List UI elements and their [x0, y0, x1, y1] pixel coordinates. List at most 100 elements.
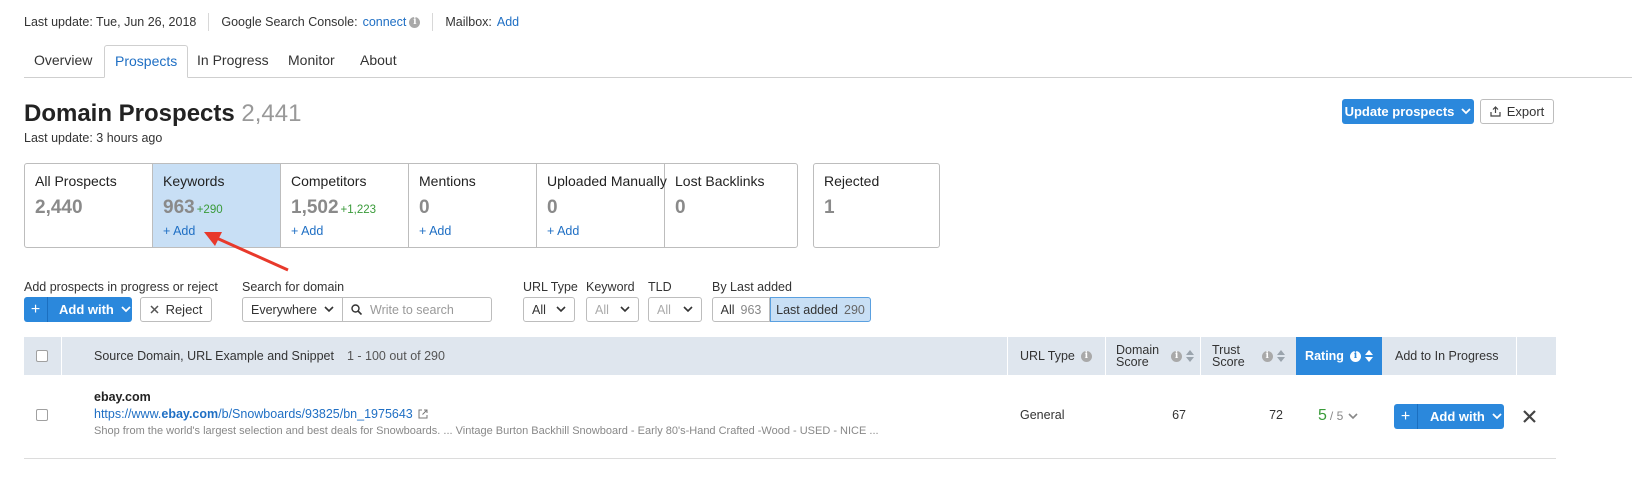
row-checkbox[interactable]: [36, 409, 48, 421]
gsc-connect-link[interactable]: connect: [363, 15, 407, 29]
tab-prospects[interactable]: Prospects: [104, 45, 189, 78]
add-prospects-label: Add prospects in progress or reject: [24, 280, 218, 294]
toggle-all-button[interactable]: All 963: [712, 297, 770, 322]
card-delta: +290: [196, 204, 223, 216]
tab-about[interactable]: About: [350, 45, 407, 78]
search-for-domain-label: Search for domain: [242, 280, 345, 294]
last-update-text: Last update: Tue, Jun 26, 2018: [24, 15, 197, 29]
column-add-label: Add to In Progress: [1395, 349, 1499, 363]
export-button[interactable]: Export: [1480, 99, 1554, 124]
export-icon: [1490, 106, 1501, 117]
card-mentions[interactable]: Mentions 0 + Add: [409, 164, 537, 247]
results-range: 1 - 100 out of 290: [346, 349, 445, 363]
card-title: Rejected: [824, 173, 880, 189]
reject-label: Reject: [165, 302, 203, 317]
card-competitors[interactable]: Competitors 1,502 +1,223 + Add: [281, 164, 409, 247]
card-value: 0: [675, 197, 686, 218]
top-info-bar: Last update: Tue, Jun 26, 2018 Google Se…: [24, 13, 519, 31]
rating-value: 5: [1318, 407, 1327, 424]
source-domain: ebay.com: [94, 390, 151, 404]
info-icon[interactable]: i: [1261, 350, 1273, 362]
last-added-toggle: All 963 Last added 290: [712, 297, 871, 322]
card-add-link[interactable]: + Add: [163, 224, 195, 238]
divider: [432, 13, 434, 31]
card-all-prospects[interactable]: All Prospects 2,440: [25, 164, 153, 247]
last-update-subtitle: Last update: 3 hours ago: [24, 131, 163, 145]
card-title: Mentions: [419, 173, 476, 189]
column-domain-score-label-2: Score: [1116, 355, 1149, 369]
rating-max: / 5: [1329, 409, 1344, 423]
tab-monitor[interactable]: Monitor: [278, 45, 345, 78]
column-add-in-progress: Add to In Progress: [1395, 337, 1499, 375]
card-add-link[interactable]: + Add: [419, 224, 451, 238]
row-add-with-label: Add with: [1430, 409, 1485, 424]
example-url-link[interactable]: https://www. ebay.com/b/Snowboards/93825/…: [94, 407, 994, 421]
plus-icon: +: [1394, 404, 1418, 429]
chevron-down-icon: [620, 306, 630, 313]
chevron-down-icon: [1461, 108, 1472, 115]
annotation-arrow-icon: [204, 232, 289, 272]
column-source-label: Source Domain, URL Example and Snippet: [94, 349, 334, 363]
card-add-link[interactable]: + Add: [291, 224, 323, 238]
card-add-link[interactable]: + Add: [547, 224, 579, 238]
select-all-checkbox[interactable]: [36, 350, 48, 362]
reject-row-close-icon[interactable]: [1523, 410, 1536, 423]
plus-icon: +: [24, 297, 48, 322]
update-prospects-label: Update prospects: [1344, 104, 1455, 119]
column-url-type: URL Type i: [1020, 337, 1092, 375]
page-title: Domain Prospects 2,441: [24, 100, 301, 128]
rating-select[interactable]: 5 / 5: [1318, 407, 1358, 425]
info-icon[interactable]: i: [409, 16, 421, 28]
keyword-select[interactable]: All: [586, 297, 639, 322]
info-icon[interactable]: i: [1080, 350, 1092, 362]
close-icon: [150, 305, 159, 314]
tld-value: All: [657, 302, 671, 317]
sort-icon[interactable]: [1276, 350, 1285, 362]
tab-in-progress[interactable]: In Progress: [187, 45, 279, 78]
row-add-with-dropdown[interactable]: + Add with: [1394, 404, 1504, 429]
card-value: 2,440: [35, 197, 83, 218]
prospect-category-cards: All Prospects 2,440 Keywords 963 +290 + A…: [24, 163, 798, 248]
info-icon[interactable]: i: [1171, 350, 1183, 362]
snippet-text: Shop from the world's largest selection …: [94, 425, 879, 437]
toggle-last-added-button[interactable]: Last added 290: [770, 297, 871, 322]
tab-overview[interactable]: Overview: [24, 45, 102, 78]
url-domain: ebay.com: [161, 407, 219, 421]
card-uploaded-manually[interactable]: Uploaded Manually 0 + Add: [537, 164, 667, 247]
url-path: /b/Snowboards/93825/bn_1975643: [218, 407, 413, 421]
column-divider: [61, 337, 62, 375]
gsc-label: Google Search Console:: [221, 15, 358, 29]
card-title: All Prospects: [35, 173, 117, 189]
info-icon[interactable]: i: [1349, 350, 1361, 362]
update-prospects-button[interactable]: Update prospects: [1342, 99, 1474, 124]
chevron-down-icon: [683, 306, 693, 313]
card-title: Lost Backlinks: [675, 173, 765, 189]
source-cell: ebay.com https://www. ebay.com/b/Snowboar…: [94, 390, 994, 437]
search-scope-select[interactable]: Everywhere: [242, 297, 343, 322]
chevron-down-icon: [556, 306, 566, 313]
card-lost-backlinks[interactable]: Lost Backlinks 0: [665, 164, 793, 247]
domain-score-cell: 67: [1172, 408, 1186, 422]
reject-button[interactable]: Reject: [140, 297, 212, 322]
toggle-last-added-label: Last added: [776, 302, 838, 317]
tld-select[interactable]: All: [648, 297, 702, 322]
column-divider: [1007, 337, 1008, 375]
mailbox-add-link[interactable]: Add: [497, 15, 519, 29]
table-row: [36, 409, 48, 421]
sort-icon[interactable]: [1364, 350, 1373, 362]
card-rejected[interactable]: Rejected 1: [813, 163, 940, 248]
column-domain-score[interactable]: Domain Score i: [1116, 337, 1195, 375]
divider: [208, 13, 210, 31]
row-divider: [24, 458, 1556, 459]
toggle-all-count: 963: [740, 302, 762, 317]
keyword-label: Keyword: [586, 280, 635, 294]
tab-bar: Overview Prospects In Progress Monitor A…: [24, 45, 1632, 78]
column-trust-score[interactable]: Trust Score i: [1212, 337, 1285, 375]
column-rating[interactable]: Rating i: [1296, 337, 1382, 375]
sort-icon[interactable]: [1186, 350, 1195, 362]
add-with-dropdown[interactable]: + Add with: [24, 297, 132, 322]
external-link-icon[interactable]: [418, 409, 428, 419]
domain-search-input[interactable]: Write to search: [342, 297, 492, 322]
chevron-down-icon: [1492, 413, 1502, 420]
url-type-select[interactable]: All: [523, 297, 575, 322]
